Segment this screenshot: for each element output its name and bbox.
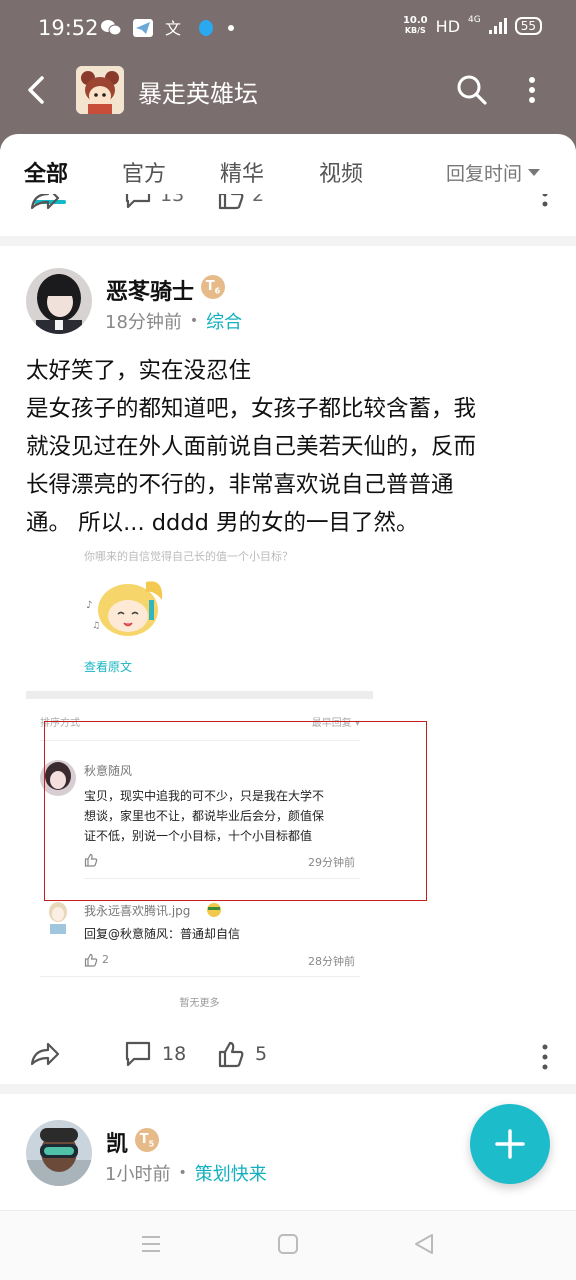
signal-label: 4G bbox=[468, 15, 481, 25]
post-actions: 18 5 bbox=[0, 1034, 576, 1078]
share-icon[interactable] bbox=[28, 194, 62, 214]
new-post-button[interactable] bbox=[470, 1104, 550, 1184]
forum-logo bbox=[76, 66, 124, 114]
comment-author-text: 我永远喜欢腾讯.jpg bbox=[84, 904, 191, 918]
status-time: 19:52 bbox=[38, 16, 99, 40]
post-text-line: 通。 所以... dddd 男的女的一目了然。 bbox=[26, 510, 419, 536]
emoji-icon bbox=[207, 903, 221, 917]
no-more-text: 暂无更多 bbox=[179, 998, 220, 1009]
svg-text:♫: ♫ bbox=[92, 621, 100, 631]
system-nav-bar bbox=[0, 1210, 576, 1280]
meta-separator: • bbox=[189, 313, 199, 329]
tab-featured[interactable]: 精华 bbox=[220, 156, 264, 188]
image-hline bbox=[40, 976, 360, 977]
post-text-line: 是女孩子的都知道吧，女孩子都比较含蓄，我 bbox=[26, 396, 477, 422]
home-icon[interactable] bbox=[277, 1233, 299, 1255]
status-bar: 19:52 文 10.0 KB/S HD 4G 55 bbox=[0, 0, 576, 58]
level-badge-letter: T bbox=[139, 1132, 149, 1147]
tab-all[interactable]: 全部 bbox=[24, 156, 68, 188]
post-divider bbox=[0, 1084, 576, 1094]
next-post-category[interactable]: 策划快来 bbox=[195, 1160, 267, 1186]
title-bar: 暴走英雄坛 bbox=[0, 58, 576, 122]
signal-icon bbox=[488, 18, 507, 34]
like-button[interactable]: 5 bbox=[217, 1040, 267, 1068]
comment-reply: 回复@秋意随风：普通却自信 bbox=[84, 927, 241, 941]
comment-like-count: 2 bbox=[102, 953, 109, 966]
next-post-meta: 1小时前 • 策划快来 bbox=[105, 1160, 267, 1186]
sort-dropdown-label: 回复时间 bbox=[446, 163, 523, 185]
post-text-line: 就没见过在外人面前说自己美若天仙的，反而 bbox=[26, 434, 477, 460]
menu-icon[interactable] bbox=[140, 1233, 162, 1255]
level-badge-sub: 5 bbox=[148, 1139, 155, 1149]
post-meta: 18分钟前 • 综合 bbox=[105, 308, 242, 334]
chevron-down-icon bbox=[528, 169, 541, 176]
net-speed-value: 10.0 bbox=[402, 15, 428, 26]
post-body[interactable]: 太好笑了，实在没忍住 是女孩子的都知道吧，女孩子都比较含蓄，我 就没见过在外人面… bbox=[26, 352, 546, 542]
svg-text:文: 文 bbox=[165, 19, 181, 38]
next-author-avatar[interactable] bbox=[26, 1120, 92, 1186]
thumb-up-icon bbox=[84, 953, 98, 967]
likes-count: 5 bbox=[255, 1043, 268, 1065]
dot-icon bbox=[228, 25, 234, 31]
translate-icon: 文 bbox=[165, 19, 181, 38]
level-badge-sub: 6 bbox=[214, 286, 221, 296]
post-author-name[interactable]: 恶苳骑士 bbox=[106, 274, 194, 306]
status-right: 10.0 KB/S HD 4G 55 bbox=[403, 15, 542, 36]
sort-dropdown[interactable]: 回复时间 bbox=[446, 159, 541, 186]
previous-post-actions: 13 2 bbox=[0, 194, 576, 218]
comment-button[interactable]: 18 bbox=[124, 1040, 186, 1068]
comments-count: 18 bbox=[162, 1043, 187, 1065]
next-author-name[interactable]: 凯 bbox=[106, 1126, 128, 1158]
net-speed-unit: KB/S bbox=[404, 26, 426, 35]
view-original-link: 查看原文 bbox=[84, 660, 133, 674]
dots-icon[interactable] bbox=[538, 1042, 552, 1072]
post-author-avatar[interactable] bbox=[26, 268, 92, 334]
wechat-icon bbox=[101, 20, 122, 36]
battery-indicator: 55 bbox=[514, 17, 542, 35]
comment-icon bbox=[125, 1041, 151, 1067]
search-icon[interactable] bbox=[454, 72, 490, 108]
back-arrow-icon[interactable] bbox=[20, 70, 56, 110]
telegram-icon bbox=[133, 19, 153, 37]
comment-avatar bbox=[44, 900, 72, 934]
notification-icons: 文 bbox=[100, 18, 236, 38]
net-speed: 10.0 KB/S bbox=[403, 16, 428, 36]
meta-separator: • bbox=[178, 1165, 187, 1181]
comment-time: 28分钟前 bbox=[308, 955, 355, 968]
level-badge: T6 bbox=[201, 275, 225, 299]
thumb-up-icon[interactable] bbox=[217, 194, 245, 210]
more-vertical-icon[interactable] bbox=[516, 72, 548, 108]
post-time: 18分钟前 bbox=[105, 312, 182, 333]
thumb-up-icon bbox=[218, 1041, 244, 1068]
share-icon[interactable] bbox=[28, 1040, 62, 1070]
forum-title: 暴走英雄坛 bbox=[138, 80, 258, 108]
post-text-line: 太好笑了，实在没忍住 bbox=[26, 358, 252, 384]
next-post-time: 1小时前 bbox=[105, 1164, 171, 1185]
tab-video[interactable]: 视频 bbox=[319, 156, 363, 188]
post-text-line: 长得漂亮的不行的，非常喜欢说自己普普通 bbox=[26, 472, 454, 498]
svg-text:♪: ♪ bbox=[86, 600, 92, 611]
post-category[interactable]: 综合 bbox=[206, 308, 242, 334]
dots-icon[interactable] bbox=[538, 194, 552, 210]
image-cut-text: 你哪来的自信觉得自己长的值一个小目标？ bbox=[84, 550, 293, 563]
level-badge-letter: T bbox=[205, 279, 215, 294]
image-separator bbox=[26, 691, 373, 699]
comment-author: 我永远喜欢腾讯.jpg bbox=[84, 902, 190, 919]
comment-icon[interactable] bbox=[124, 194, 152, 210]
previous-likes-count: 2 bbox=[252, 194, 265, 206]
highlight-box bbox=[44, 721, 427, 901]
qq-icon bbox=[199, 20, 213, 36]
tab-official[interactable]: 官方 bbox=[122, 156, 166, 188]
previous-comments-count: 13 bbox=[160, 194, 185, 206]
anime-sticker: ♪ ♫ bbox=[86, 581, 163, 636]
post-divider bbox=[0, 236, 576, 246]
back-nav-icon[interactable] bbox=[413, 1233, 435, 1255]
level-badge: T5 bbox=[135, 1128, 159, 1152]
hd-label: HD bbox=[435, 16, 461, 36]
plus-icon bbox=[495, 1129, 525, 1159]
